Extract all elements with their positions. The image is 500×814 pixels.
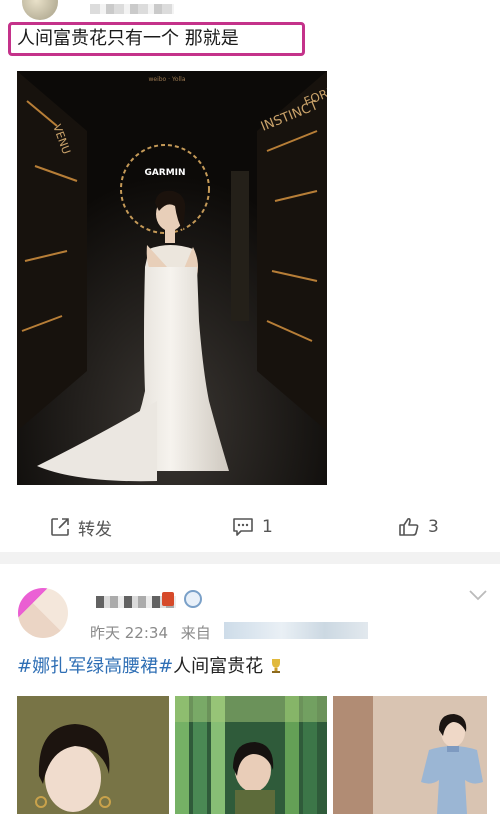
avatar[interactable]	[22, 0, 58, 20]
grid-image-2[interactable]	[175, 696, 327, 814]
grid-image-1[interactable]	[17, 696, 169, 814]
username-redacted	[90, 4, 174, 14]
comment-count: 1	[262, 517, 273, 537]
avatar[interactable]	[18, 588, 68, 638]
hashtag-link[interactable]: #娜扎军绿高腰裙#	[17, 656, 173, 677]
chevron-down-icon[interactable]	[468, 588, 488, 602]
post-text: 人间富贵花只有一个 那就是	[17, 28, 239, 49]
like-count: 3	[428, 517, 439, 537]
like-button[interactable]: 3	[398, 505, 439, 549]
comment-button[interactable]: 1	[232, 505, 273, 549]
post-image[interactable]: weibo · Yolla INSTINCT FORE VENU GARMIN	[17, 71, 327, 485]
post2-text: #娜扎军绿高腰裙#人间富贵花	[17, 655, 283, 679]
share-icon	[51, 518, 69, 536]
image-grid	[17, 696, 487, 814]
event-photo: weibo · Yolla INSTINCT FORE VENU GARMIN	[17, 71, 327, 485]
verified-badge-icon	[184, 590, 202, 608]
feed-divider	[0, 552, 500, 564]
grid-image-3[interactable]	[333, 696, 487, 814]
post-meta: 昨天 22:34 来自	[90, 622, 211, 643]
trophy-emoji-icon	[269, 657, 283, 673]
post2-text-body: 人间富贵花	[173, 656, 264, 677]
repost-button[interactable]: 转发	[50, 505, 112, 549]
source-redacted[interactable]	[224, 622, 368, 639]
photo-header-text: weibo · Yolla	[148, 76, 185, 83]
thumbs-up-icon	[399, 517, 419, 536]
comment-icon	[233, 518, 253, 536]
post-time: 昨天 22:34	[90, 624, 168, 642]
garmin-sign: GARMIN	[144, 168, 185, 178]
flag-icon	[162, 592, 174, 606]
repost-label: 转发	[78, 519, 112, 540]
source-prefix: 来自	[180, 624, 211, 642]
post1-action-bar: 转发 1 3	[0, 505, 500, 549]
